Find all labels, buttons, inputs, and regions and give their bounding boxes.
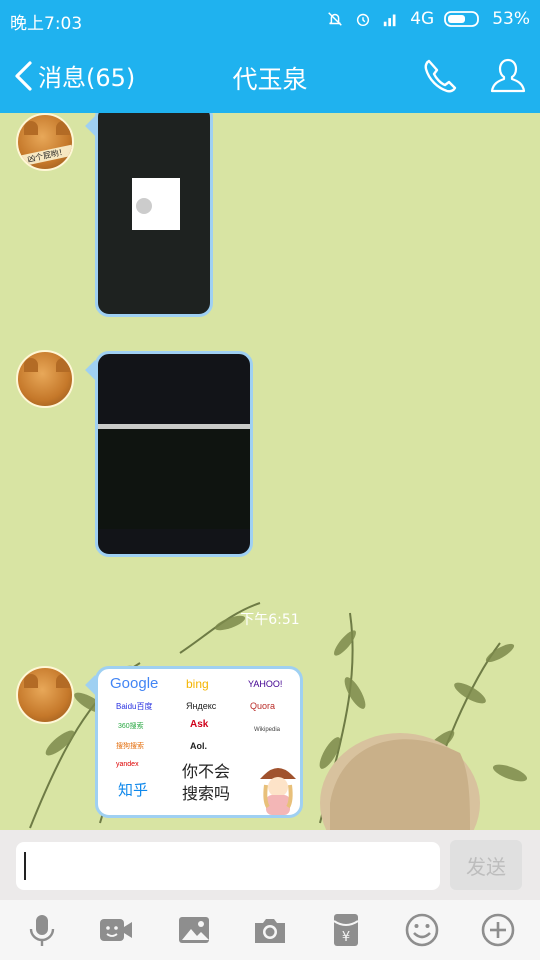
signal-icon — [384, 14, 396, 27]
wikipedia-logo: Wikipedia — [254, 727, 281, 733]
image-message[interactable] — [95, 113, 213, 317]
yandex-logo: yandex — [116, 761, 139, 768]
battery-level: 53% — [492, 9, 530, 29]
message-input[interactable] — [16, 842, 440, 890]
status-icons: 4G 53% — [326, 9, 530, 29]
so360-logo: 360搜索 — [118, 723, 144, 730]
status-time: 晚上7:03 — [10, 14, 83, 34]
status-bar: 晚上7:03 4G 53% — [0, 0, 540, 38]
battery-icon — [444, 11, 480, 27]
quora-logo: Quora — [250, 701, 276, 711]
emoji-icon[interactable] — [404, 912, 440, 948]
avatar[interactable] — [16, 350, 74, 408]
image-thumbnail — [132, 178, 180, 230]
send-button[interactable]: 发送 — [450, 840, 522, 890]
input-toolbar: ¥ — [0, 900, 540, 960]
chat-header: 消息(65) 代玉泉 — [0, 38, 540, 113]
avatar-caption: 凶个屁哟！ — [20, 144, 72, 167]
aol-logo: Aol. — [190, 741, 207, 751]
network-type: 4G — [410, 9, 435, 29]
mic-icon[interactable] — [24, 912, 60, 948]
cartoon-girl-icon — [260, 768, 296, 815]
alarm-icon — [357, 13, 370, 27]
meme-caption: 你不会 搜索吗 — [182, 762, 231, 803]
camera-icon[interactable] — [252, 912, 288, 948]
red-packet-icon[interactable]: ¥ — [328, 912, 364, 948]
search-engine-meme-image[interactable]: Google bing YAHOO! Baidu百度 Яндекс Quora … — [95, 666, 303, 818]
google-logo: Google — [110, 675, 159, 692]
message-list[interactable]: 凶个屁哟！ 下午6:51 Google bing YAHOO! Baidu百度 … — [0, 113, 540, 830]
image-message[interactable] — [95, 351, 253, 557]
yahoo-logo: YAHOO! — [248, 679, 283, 689]
profile-icon[interactable] — [488, 56, 528, 96]
baidu-logo: Baidu百度 — [116, 702, 153, 711]
avatar[interactable]: 凶个屁哟！ — [16, 113, 74, 171]
bing-logo: bing — [186, 677, 209, 691]
message-timestamp: 下午6:51 — [240, 612, 300, 628]
video-icon[interactable] — [98, 912, 134, 948]
svg-text:¥: ¥ — [342, 930, 350, 945]
plus-icon[interactable] — [480, 912, 516, 948]
avatar[interactable] — [16, 666, 74, 724]
zhihu-logo: 知乎 — [118, 782, 149, 799]
yandex-ru-logo: Яндекс — [186, 701, 217, 711]
mute-icon — [328, 12, 343, 26]
text-caret — [24, 852, 26, 880]
composer: 发送 — [0, 830, 540, 900]
phone-call-icon[interactable] — [420, 56, 460, 96]
sogou-logo: 搜狗搜索 — [116, 743, 144, 750]
image-icon[interactable] — [176, 912, 212, 948]
ask-logo: Ask — [190, 719, 209, 730]
